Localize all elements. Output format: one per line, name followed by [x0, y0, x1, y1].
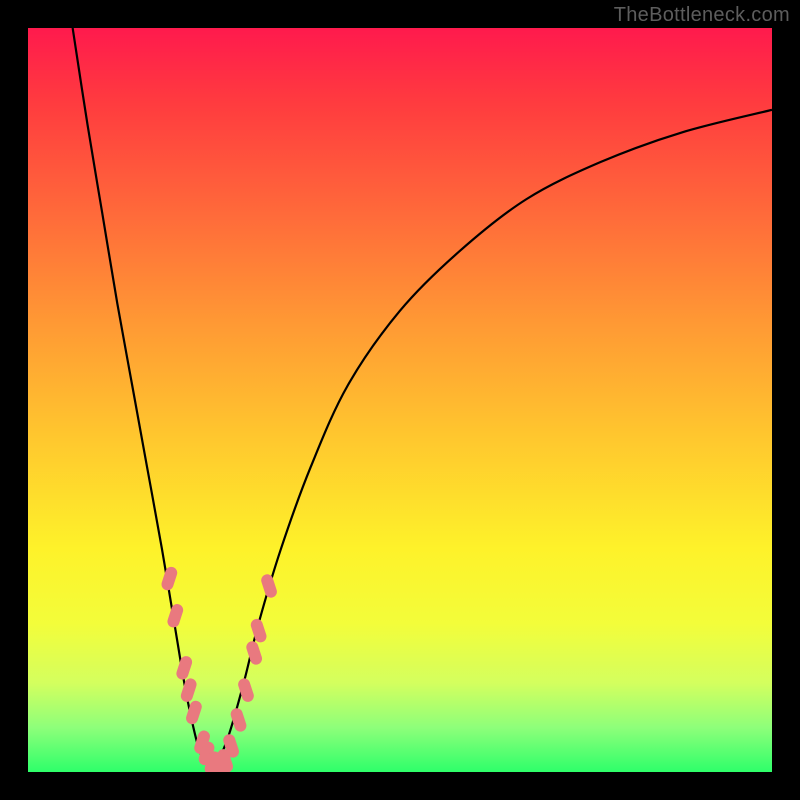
outer-frame: TheBottleneck.com — [0, 0, 800, 800]
marker — [249, 617, 268, 644]
curve-left — [73, 28, 214, 772]
marker — [160, 565, 179, 592]
chart-svg — [28, 28, 772, 772]
marker — [175, 655, 194, 682]
watermark-text: TheBottleneck.com — [614, 4, 790, 27]
marker — [166, 602, 185, 629]
plot-area — [28, 28, 772, 772]
marker — [260, 573, 279, 600]
marker — [229, 707, 248, 734]
marker-group — [160, 565, 279, 772]
curve-right — [214, 110, 772, 772]
marker — [245, 640, 264, 667]
marker — [179, 677, 198, 704]
